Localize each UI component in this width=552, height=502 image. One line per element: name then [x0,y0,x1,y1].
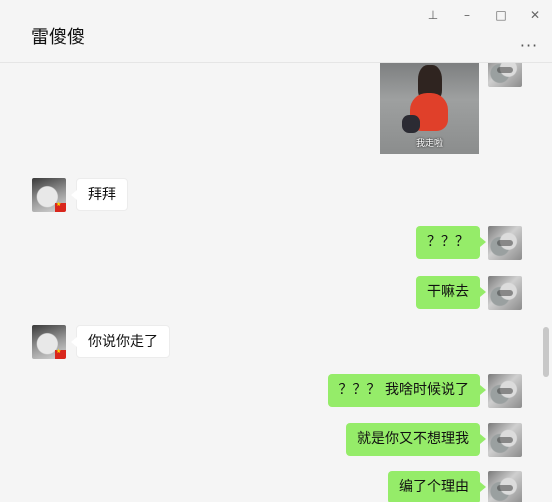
message-list[interactable]: 我走啦 拜拜 ？？？ 干嘛去 你说你走了 ？？？ 我啥时候说了 就是你又不想理我… [0,63,552,502]
chat-window: 雷傻傻 ⊥ – □ ✕ ··· 我走啦 拜拜 ？？？ 干嘛去 你说你走了 [0,0,552,502]
self-avatar[interactable] [488,63,522,87]
close-icon[interactable]: ✕ [522,6,548,24]
message-bubble-out[interactable]: 就是你又不想理我 [346,423,486,456]
self-avatar[interactable] [488,423,522,457]
message-bubble-out[interactable]: 编了个理由 [388,471,486,502]
message-bubble-out[interactable]: 干嘛去 [416,276,486,309]
message-bubble-out[interactable]: ？？？ [416,226,486,259]
self-avatar[interactable] [488,374,522,408]
contact-avatar[interactable] [32,325,66,359]
image-caption: 我走啦 [415,139,443,149]
minimize-icon[interactable]: – [454,6,480,24]
message-bubble-in[interactable]: 拜拜 [71,178,128,211]
message-bubble-out[interactable]: ？？？ 我啥时候说了 [327,374,487,407]
maximize-icon[interactable]: □ [488,6,514,24]
scrollbar-thumb[interactable] [543,327,549,377]
message-bubble-in[interactable]: 你说你走了 [71,325,170,358]
self-avatar[interactable] [488,471,522,502]
flag-icon [55,201,66,212]
photo-legs [402,115,420,133]
self-avatar[interactable] [488,226,522,260]
contact-name: 雷傻傻 [31,27,85,48]
pin-icon[interactable]: ⊥ [420,6,446,24]
more-options-button[interactable]: ··· [517,36,541,55]
chat-header: 雷傻傻 ⊥ – □ ✕ ··· [0,0,552,63]
flag-icon [55,348,66,359]
self-avatar[interactable] [488,276,522,310]
contact-avatar[interactable] [32,178,66,212]
image-message[interactable]: 我走啦 [380,63,479,154]
